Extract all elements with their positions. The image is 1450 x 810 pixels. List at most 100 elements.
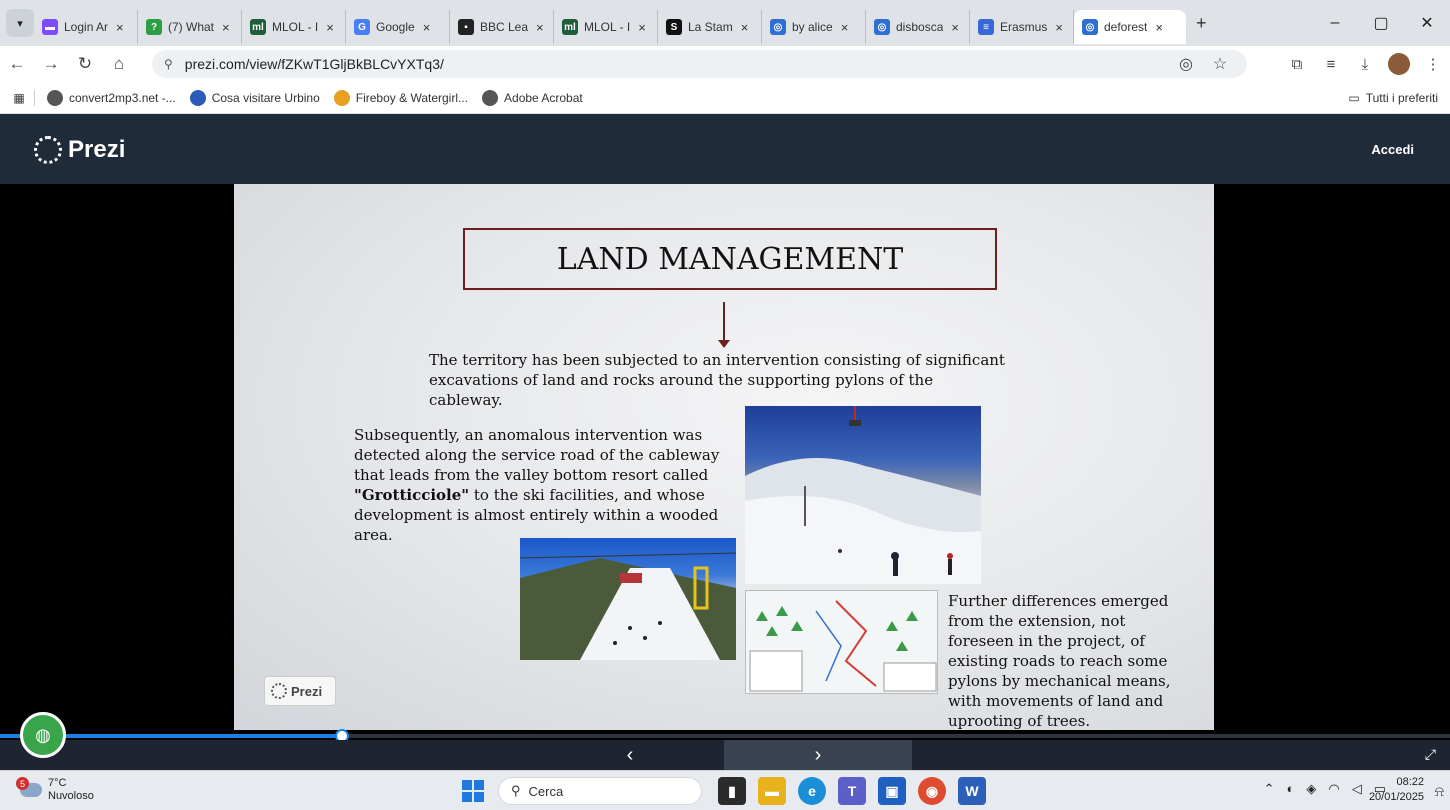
bookmark-item[interactable]: Cosa visitare Urbino — [189, 89, 320, 106]
all-bookmarks-button[interactable]: ▭ Tutti i preferiti — [1348, 82, 1438, 114]
prezi-logo-icon — [34, 136, 62, 164]
tab-close-icon[interactable]: × — [951, 20, 959, 35]
tab-favicon: G — [354, 19, 370, 35]
tab-favicon: ≡ — [978, 19, 994, 35]
vpn-icon[interactable]: ◈ — [1306, 781, 1316, 797]
tab-close-icon[interactable]: × — [423, 20, 431, 35]
tab-close-icon[interactable]: × — [638, 20, 646, 35]
bookmark-item[interactable]: Fireboy & Watergirl... — [333, 89, 468, 106]
reload-icon[interactable]: ↻ — [68, 54, 102, 74]
url-bar[interactable]: ⚲ prezi.com/view/fZKwT1GljBkBLCvYXTq3/ ◎… — [152, 50, 1247, 78]
tab-list: ▬ Login Ar ×? (7) What × ml MLOL - I × G Google × ▪… — [34, 2, 1186, 44]
tab-search-button[interactable]: ▾ — [6, 9, 34, 37]
temperature: 7°C — [48, 777, 67, 789]
bookmark-item[interactable]: convert2mp3.net -... — [47, 89, 176, 106]
prezi-header: Prezi Accedi — [0, 114, 1450, 184]
edge-browser-icon[interactable]: e — [798, 777, 826, 805]
next-step-button[interactable]: › — [724, 740, 912, 770]
browser-tab[interactable]: ? (7) What × — [138, 10, 242, 44]
bookmark-item[interactable]: Adobe Acrobat — [482, 89, 583, 106]
browser-tab[interactable]: ▪ BBC Lea × — [450, 10, 554, 44]
windows-start-icon[interactable] — [462, 780, 484, 802]
reading-list-icon[interactable]: ≡ — [1314, 56, 1348, 73]
maximize-button[interactable]: ▢ — [1358, 13, 1404, 33]
browser-tab[interactable]: ≡ Erasmus × — [970, 10, 1074, 44]
tab-close-icon[interactable]: × — [222, 20, 230, 35]
tracking-protection-icon[interactable]: ◎ — [1169, 54, 1203, 74]
clock[interactable]: 08:22 20/01/2025 — [1369, 775, 1424, 805]
prezi-badge-icon — [271, 683, 287, 699]
differences-paragraph: Further differences emerged from the ext… — [948, 592, 1171, 730]
wifi-icon[interactable]: ◠ — [1328, 781, 1339, 797]
download-icon[interactable]: ⤓ — [1348, 56, 1382, 73]
slide: LAND MANAGEMENT The territory has been s… — [234, 184, 1214, 730]
clock-time: 08:22 — [1396, 776, 1424, 788]
browser-tab[interactable]: ▬ Login Ar × — [34, 10, 138, 44]
tab-close-icon[interactable]: × — [326, 20, 334, 35]
tab-favicon: ▪ — [458, 19, 474, 35]
bookmarks-divider — [34, 89, 35, 106]
fullscreen-icon[interactable]: ⤢ — [1425, 746, 1436, 763]
bookmark-list: convert2mp3.net -... Cosa visitare Urbino… — [47, 89, 597, 106]
new-tab-button[interactable]: + — [1196, 13, 1207, 34]
volume-icon[interactable]: ◁ — [1352, 781, 1362, 797]
progress-track[interactable] — [0, 729, 1450, 743]
prezi-watermark-badge[interactable]: Prezi — [264, 676, 336, 706]
tab-favicon: ? — [146, 19, 162, 35]
cookie-settings-icon[interactable]: ◍ — [20, 712, 66, 758]
pinned-apps: ▮ ▬ e T ▣ ◉ W — [718, 777, 986, 805]
profile-avatar[interactable] — [1388, 53, 1410, 75]
browser-tab[interactable]: ml MLOL - I × — [242, 10, 346, 44]
tab-close-icon[interactable]: × — [741, 20, 749, 35]
chairlift-slope-photo — [520, 538, 736, 660]
notification-bell-icon[interactable]: ⍾ — [1435, 783, 1444, 800]
apps-grid-icon[interactable]: ▦ — [4, 91, 34, 105]
browser-tab[interactable]: ml MLOL - I × — [554, 10, 658, 44]
tab-title: (7) What — [168, 20, 215, 34]
prezi-brand-text: Prezi — [68, 136, 126, 163]
home-icon[interactable]: ⌂ — [102, 54, 136, 74]
search-label: Cerca — [528, 783, 564, 799]
login-link[interactable]: Accedi — [1371, 142, 1414, 157]
presentation-stage: LAND MANAGEMENT The territory has been s… — [0, 184, 1450, 740]
extensions-icon[interactable]: ⧉ — [1280, 56, 1314, 73]
tab-close-icon[interactable]: × — [536, 20, 544, 35]
tab-close-icon[interactable]: × — [1155, 20, 1163, 35]
bookmarks-bar: ▦ convert2mp3.net -... Cosa visitare Urbi… — [0, 82, 1450, 114]
forward-icon[interactable]: → — [34, 54, 68, 74]
minimize-button[interactable]: – — [1312, 14, 1358, 32]
weather-widget[interactable]: 5 7°C Nuvoloso — [16, 777, 94, 803]
browser-tab[interactable]: ◎ deforest × — [1074, 10, 1186, 44]
all-bookmarks-label: Tutti i preferiti — [1365, 91, 1438, 105]
close-window-button[interactable]: ✕ — [1404, 13, 1450, 33]
back-icon[interactable]: ← — [0, 54, 34, 74]
tab-title: deforest — [1104, 20, 1148, 34]
site-info-icon[interactable]: ⚲ — [164, 57, 173, 71]
copilot-icon[interactable]: ◐ — [1287, 781, 1295, 797]
windows-taskbar: 5 7°C Nuvoloso ⚲ Cerca ▮ ▬ e T ▣ ◉ W ⌃ ◐… — [0, 770, 1450, 810]
weather-text: 7°C Nuvoloso — [48, 777, 94, 803]
intervention-text-start: Subsequently, an anomalous intervention … — [354, 426, 720, 484]
tab-title: Login Ar — [64, 20, 109, 34]
file-explorer-icon[interactable]: ▬ — [758, 777, 786, 805]
bookmark-label: Adobe Acrobat — [504, 90, 583, 105]
store-icon[interactable]: ▣ — [878, 777, 906, 805]
slide-title: LAND MANAGEMENT — [463, 228, 997, 290]
browser-tab[interactable]: S La Stam × — [658, 10, 762, 44]
tray-chevron-icon[interactable]: ⌃ — [1264, 781, 1275, 797]
browser-tab[interactable]: ◎ disbosca × — [866, 10, 970, 44]
tab-close-icon[interactable]: × — [116, 20, 124, 35]
chrome-icon[interactable]: ◉ — [918, 777, 946, 805]
browser-tab[interactable]: ◎ by alice × — [762, 10, 866, 44]
word-icon[interactable]: W — [958, 777, 986, 805]
previous-step-button[interactable]: ‹ — [536, 740, 724, 770]
prezi-logo[interactable]: Prezi — [34, 136, 125, 164]
menu-kebab-icon[interactable]: ⋮ — [1416, 55, 1450, 73]
tab-close-icon[interactable]: × — [841, 20, 849, 35]
browser-tab[interactable]: G Google × — [346, 10, 450, 44]
tab-close-icon[interactable]: × — [1055, 20, 1063, 35]
teams-icon[interactable]: T — [838, 777, 866, 805]
task-view-icon[interactable]: ▮ — [718, 777, 746, 805]
bookmark-star-icon[interactable]: ☆ — [1203, 54, 1237, 74]
taskbar-search[interactable]: ⚲ Cerca — [498, 777, 702, 805]
